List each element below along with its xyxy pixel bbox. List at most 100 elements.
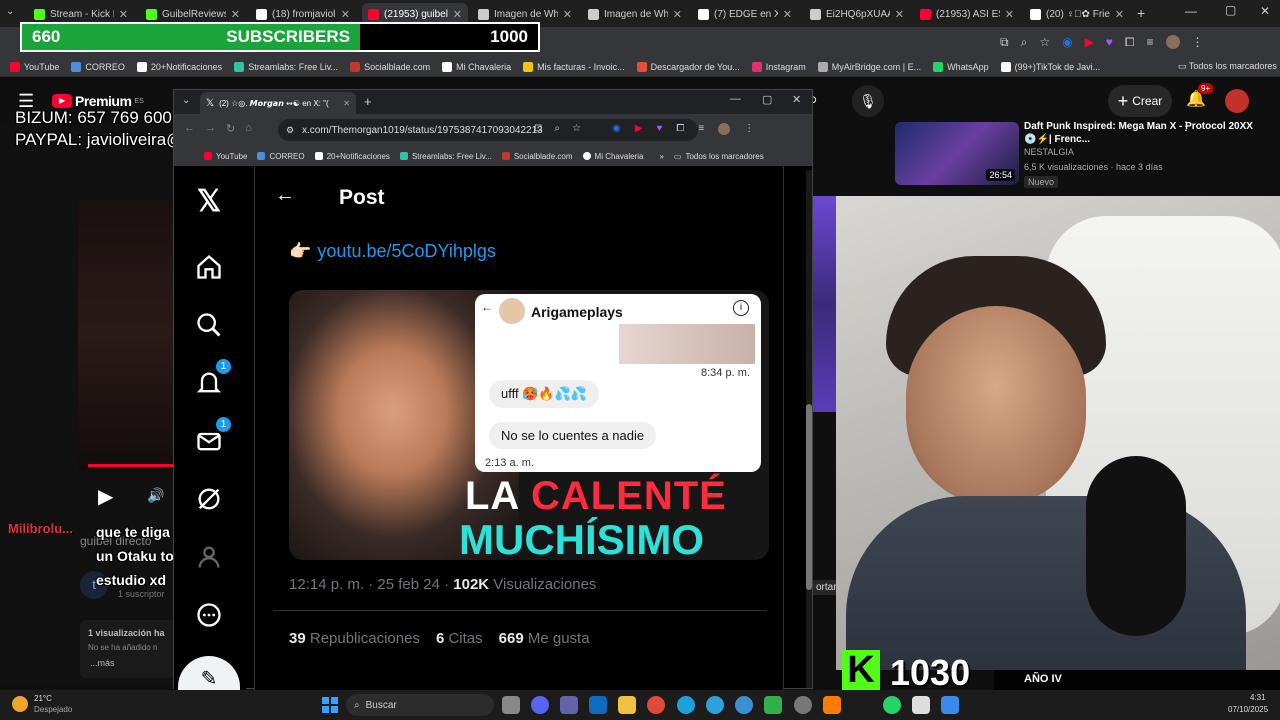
cast-icon[interactable]: ⧉: [1000, 35, 1009, 50]
youtube-logo[interactable]: ▶ Premium ES: [52, 93, 144, 109]
close-tab-icon[interactable]: ✕: [895, 8, 904, 21]
inner-bookmark-socialblade[interactable]: Socialblade.com: [501, 152, 573, 161]
inner-all-bookmarks[interactable]: ▭ Todos los marcadores: [674, 152, 764, 161]
more-options-icon[interactable]: ⋮: [1180, 119, 1192, 133]
close-window-button[interactable]: ✕: [1260, 4, 1270, 18]
browser-tab[interactable]: Imagen de Whats ✕: [582, 3, 688, 25]
close-tab-icon[interactable]: ✕: [343, 99, 350, 108]
more-options-icon[interactable]: [192, 598, 226, 632]
explore-search-icon[interactable]: [192, 308, 226, 342]
all-bookmarks[interactable]: ▭ Todos los marcadores: [1178, 61, 1277, 72]
back-arrow-icon[interactable]: ←: [275, 184, 295, 207]
star-icon[interactable]: ☆: [1039, 35, 1050, 50]
messages-icon[interactable]: 1: [192, 416, 232, 458]
inner-scrollbar-thumb[interactable]: [806, 404, 812, 590]
create-button[interactable]: + Crear: [1108, 85, 1172, 117]
extension-heart-icon[interactable]: ♥: [1106, 35, 1113, 50]
file-explorer-icon[interactable]: [618, 696, 636, 714]
camtasia-icon[interactable]: [764, 696, 782, 714]
whatsapp-icon[interactable]: [883, 696, 901, 714]
network-app-icon[interactable]: [735, 696, 753, 714]
inner-bookmark-streamlabs[interactable]: Streamlabs: Free Liv...: [399, 152, 492, 161]
menu-kebab-icon[interactable]: ⋮: [1192, 35, 1204, 50]
minimize-button[interactable]: —: [1185, 4, 1197, 18]
telegram-icon[interactable]: [706, 696, 724, 714]
browser-tab[interactable]: Ei2HQ6pXUAArZx ✕: [804, 3, 910, 25]
inner-star-icon[interactable]: ☆: [572, 123, 581, 134]
screen-app-icon[interactable]: [941, 696, 959, 714]
account-avatar[interactable]: [1225, 89, 1249, 113]
bookmark-item[interactable]: Descargador de You...: [636, 61, 740, 72]
inner-puzzle-icon[interactable]: ⧠: [676, 123, 684, 135]
inner-zoom-icon[interactable]: ⌕: [554, 123, 560, 134]
browser-tab[interactable]: (21953) ASÍ ES GU ✕: [914, 3, 1020, 25]
profile-icon[interactable]: [192, 540, 226, 574]
taskview-icon[interactable]: [502, 696, 520, 714]
inner-bookmarks-overflow-icon[interactable]: »: [659, 152, 663, 161]
inner-youtube-icon[interactable]: ▶: [635, 123, 643, 135]
close-tab-icon[interactable]: ✕: [453, 8, 462, 21]
app-orange-icon[interactable]: [823, 696, 841, 714]
grok-icon[interactable]: [192, 482, 226, 516]
inner-tab-search-icon[interactable]: ⌄: [182, 95, 190, 106]
bookmark-item[interactable]: WhatsApp: [933, 61, 989, 72]
reading-list-icon[interactable]: ≡: [1147, 35, 1154, 50]
close-tab-icon[interactable]: ✕: [563, 8, 572, 21]
close-tab-icon[interactable]: ✕: [783, 8, 792, 21]
settings-gear-icon[interactable]: [794, 696, 812, 714]
site-info-icon[interactable]: ⚙: [286, 125, 294, 136]
inner-bookmark-youtube[interactable]: YouTube: [204, 152, 247, 161]
likes-stat[interactable]: 669 Me gusta: [499, 630, 590, 647]
x-logo-icon[interactable]: 𝕏: [192, 184, 226, 218]
bookmark-item[interactable]: Mi Chavaleria: [442, 61, 511, 72]
recommended-video[interactable]: 26:54 Daft Punk Inspired: Mega Man X - P…: [880, 119, 1280, 195]
close-tab-icon[interactable]: ✕: [119, 8, 128, 21]
volume-icon[interactable]: 🔊: [147, 487, 164, 504]
close-tab-icon[interactable]: ✕: [341, 8, 350, 21]
mic-icon[interactable]: 🎙: [852, 85, 884, 117]
inner-tab-active[interactable]: 𝕏 (2) ☆◎. 𝙈𝙤𝙧𝙜𝙖𝙣 ↭☯ en X: "( ✕: [200, 92, 356, 114]
weather-icon[interactable]: [12, 696, 28, 712]
taskbar-search[interactable]: ⌕ Buscar: [346, 694, 494, 716]
bookmark-item[interactable]: Instagram: [751, 61, 806, 72]
inner-shazam-icon[interactable]: ◉: [612, 123, 621, 135]
notifications-icon[interactable]: 1: [192, 358, 232, 400]
profile-avatar[interactable]: [1165, 35, 1180, 49]
bookmark-item[interactable]: CORREO: [71, 61, 125, 72]
edge-icon[interactable]: [677, 696, 695, 714]
reposts-stat[interactable]: 39 Republicaciones: [289, 630, 420, 647]
extension-youtube-icon[interactable]: ▶: [1085, 35, 1094, 50]
tab-search-icon[interactable]: ⌄: [6, 6, 20, 20]
quotes-stat[interactable]: 6 Citas: [436, 630, 483, 647]
inner-bookmark-correo[interactable]: CORREO: [257, 152, 305, 161]
start-button[interactable]: [322, 697, 338, 713]
clock-date[interactable]: 07/10/2025: [1228, 705, 1268, 714]
new-tab-button[interactable]: +: [1137, 5, 1145, 21]
play-button[interactable]: ▶: [98, 484, 113, 509]
inner-reading-list-icon[interactable]: ≡: [698, 123, 704, 135]
browser-tab[interactable]: (7) EDGE en X: "@ ✕: [692, 3, 798, 25]
extensions-puzzle-icon[interactable]: ⧠: [1125, 35, 1135, 50]
close-tab-icon[interactable]: ✕: [1005, 8, 1014, 21]
post-youtube-link[interactable]: youtu.be/5CoDYihplgs: [317, 241, 495, 262]
home-icon[interactable]: ⌂: [245, 122, 252, 135]
description-box[interactable]: 1 visualización ha No se ha añadido n ..…: [80, 620, 180, 678]
clock-time[interactable]: 4:31: [1250, 693, 1266, 702]
home-icon[interactable]: [192, 250, 226, 284]
inner-menu-icon[interactable]: ⋮: [744, 123, 754, 135]
bookmark-item[interactable]: MyAirBridge.com | E...: [817, 61, 921, 72]
teams-icon[interactable]: [560, 696, 578, 714]
chrome-icon[interactable]: [647, 696, 665, 714]
inner-maximize-button[interactable]: ▢: [762, 93, 772, 106]
close-tab-icon[interactable]: ✕: [673, 8, 682, 21]
inner-close-button[interactable]: ✕: [792, 93, 801, 106]
inner-bookmark-chavaleria[interactable]: Mi Chavaleria: [582, 152, 643, 161]
inner-scrollbar[interactable]: [806, 170, 812, 688]
outlook-icon[interactable]: [589, 696, 607, 714]
bookmark-item[interactable]: Streamlabs: Free Liv...: [234, 61, 338, 72]
notifications-bell-icon[interactable]: 🔔 9+: [1186, 83, 1214, 109]
bookmark-item[interactable]: (99+)TikTok de Javi...: [1000, 61, 1100, 72]
extension-shazam-icon[interactable]: ◉: [1062, 35, 1072, 50]
browser-tab[interactable]: (20) ♀⃠✿ Friede ✕: [1024, 3, 1130, 25]
bookmark-item[interactable]: YouTube: [10, 61, 59, 72]
